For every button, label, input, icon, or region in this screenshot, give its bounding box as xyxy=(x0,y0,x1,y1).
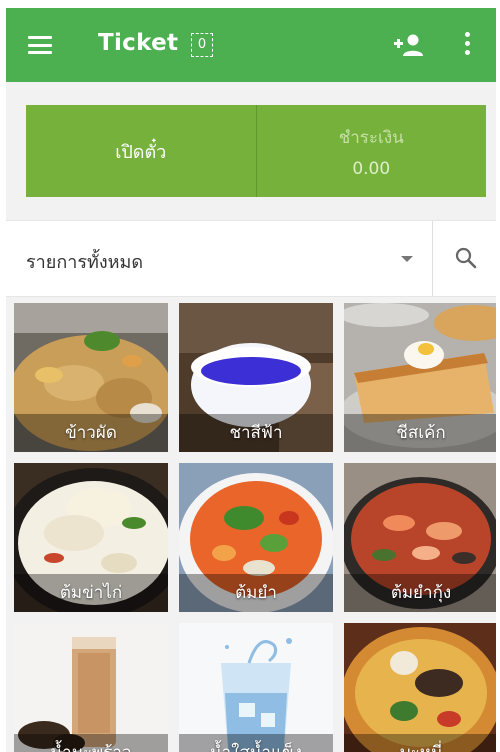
item-name: ชาสีฟ้า xyxy=(179,414,333,452)
item-name: ต้มยำกุ้ง xyxy=(344,574,496,612)
item-tile[interactable]: ชาสีฟ้า xyxy=(179,303,333,452)
pay-label: ชำระเงิน xyxy=(338,127,404,148)
search-icon xyxy=(455,247,477,269)
add-person-icon[interactable] xyxy=(392,32,426,58)
item-name: บะหมี่ xyxy=(344,734,496,752)
item-name: ต้มข่าไก่ xyxy=(14,574,168,612)
coconut-drink-photo xyxy=(14,623,168,752)
pay-amount: 0.00 xyxy=(352,158,391,179)
item-tile[interactable]: ชีสเค้ก xyxy=(344,303,496,452)
item-name: น้ำมะพร้าว xyxy=(14,734,168,752)
page-title: Ticket xyxy=(98,30,179,56)
category-label: รายการทั้งหมด xyxy=(26,252,144,273)
app-bar: Ticket 0 xyxy=(6,8,496,82)
app-screen: Ticket 0 เปิดตั๋ว ชำระเงิน 0.00 รายการทั… xyxy=(6,8,496,752)
item-tile[interactable]: ข้าวผัด xyxy=(14,303,168,452)
item-name: น้ำใสน้ำแข็ง xyxy=(179,734,333,752)
item-tile[interactable]: ต้มยำ xyxy=(179,463,333,612)
item-name: ข้าวผัด xyxy=(14,414,168,452)
menu-icon[interactable] xyxy=(28,36,52,54)
item-name: ต้มยำ xyxy=(179,574,333,612)
ticket-actions: เปิดตั๋ว ชำระเงิน 0.00 xyxy=(26,105,486,197)
filter-bar: รายการทั้งหมด xyxy=(6,220,496,297)
category-dropdown[interactable]: รายการทั้งหมด xyxy=(6,221,432,296)
item-tile[interactable]: น้ำมะพร้าว xyxy=(14,623,168,752)
dropdown-caret-icon xyxy=(401,256,413,262)
search-button[interactable] xyxy=(433,221,496,296)
item-tile[interactable]: ต้มยำกุ้ง xyxy=(344,463,496,612)
item-tile[interactable]: ต้มข่าไก่ xyxy=(14,463,168,612)
item-name: ชีสเค้ก xyxy=(344,414,496,452)
open-ticket-label: เปิดตั๋ว xyxy=(115,141,167,163)
item-tile[interactable]: บะหมี่ xyxy=(344,623,496,752)
open-ticket-button[interactable]: เปิดตั๋ว xyxy=(26,105,257,197)
ticket-count-badge[interactable]: 0 xyxy=(191,33,213,57)
pay-button[interactable]: ชำระเงิน 0.00 xyxy=(256,105,486,197)
more-vert-icon[interactable] xyxy=(462,32,472,58)
item-tile[interactable]: น้ำใสน้ำแข็ง xyxy=(179,623,333,752)
noodles-photo xyxy=(344,623,496,752)
ice-water-photo xyxy=(179,623,333,752)
